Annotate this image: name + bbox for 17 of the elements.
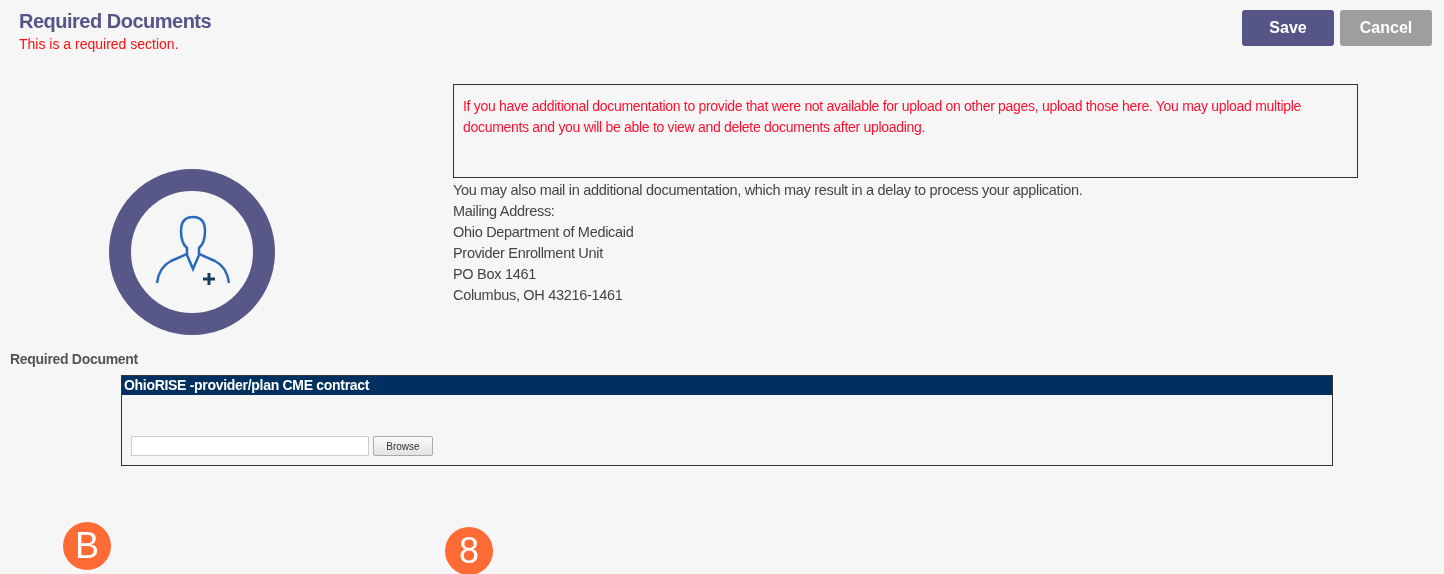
panel-header: OhioRISE -provider/plan CME contract: [122, 376, 1332, 395]
mail-info-text: You may also mail in additional documentation, which may result in a delay to process your application.: [453, 181, 1084, 200]
callout-marker: 8: [445, 527, 493, 574]
file-input-field[interactable]: [131, 436, 369, 456]
save-button[interactable]: Save: [1242, 10, 1334, 46]
upload-notice: If you have additional documentation to provide that were not available for upload on other pages, upload those here. You may upload multiple documents and you will be able to view and delete documents after uploading.: [453, 84, 1358, 178]
page-title: Required Documents: [19, 10, 212, 33]
mail-info-text: PO Box 1461: [453, 265, 537, 284]
mail-info-text: Provider Enrollment Unit: [453, 244, 604, 263]
required-note: This is a required section.: [19, 36, 180, 52]
provider-avatar-icon: [109, 169, 275, 335]
browse-button[interactable]: Browse: [373, 436, 433, 456]
mail-info-text: Ohio Department of Medicaid: [453, 223, 635, 242]
callout-marker: B: [63, 522, 111, 570]
mail-info-text: Columbus, OH 43216-1461: [453, 286, 624, 305]
section-label: Required Document: [10, 351, 139, 367]
mail-info-text: Mailing Address:: [453, 202, 556, 221]
